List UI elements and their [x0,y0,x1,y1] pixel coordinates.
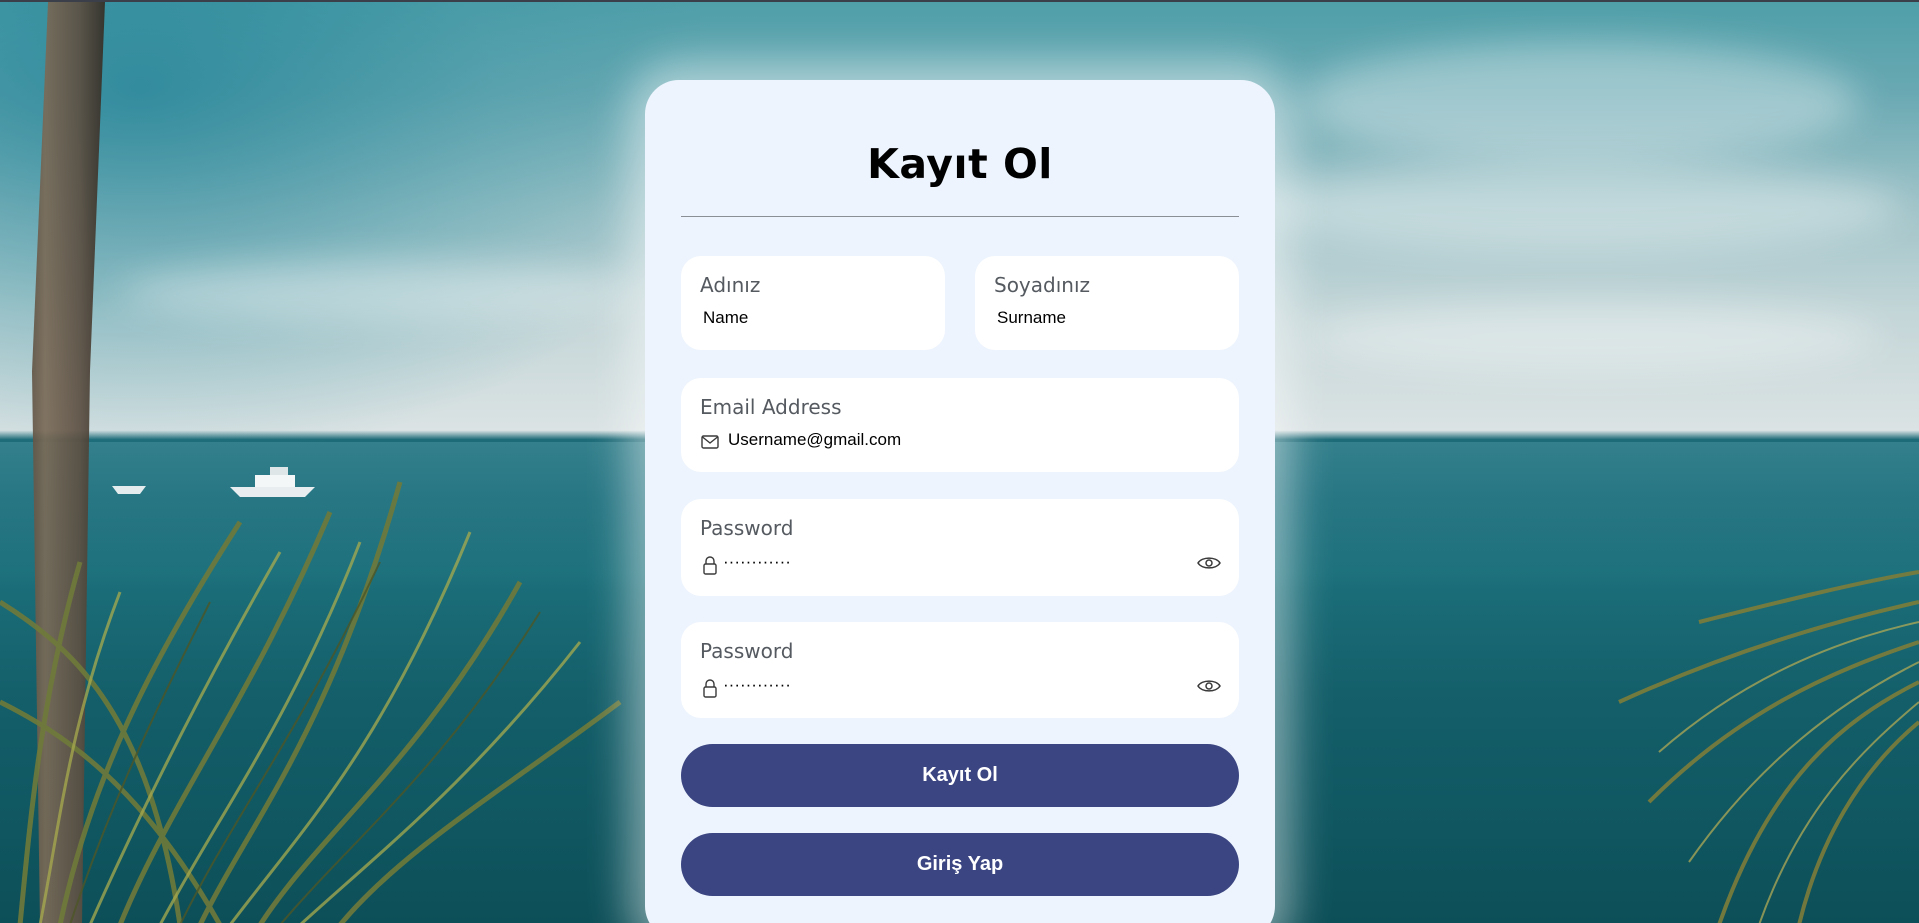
password-confirm-label: Password [700,639,794,663]
password-input[interactable]: ············ [723,552,791,572]
first-name-label: Adınız [700,273,761,297]
password-confirm-input[interactable]: ············ [723,675,791,695]
first-name-field[interactable]: Adınız Name [681,256,945,350]
eye-icon[interactable] [1197,678,1221,694]
register-card: Kayıt Ol Adınız Name Soyadınız Surname E… [645,80,1275,923]
cloud [1300,302,1880,372]
email-field[interactable]: Email Address Username@gmail.com [681,378,1239,472]
eye-icon[interactable] [1197,555,1221,571]
palm-fronds-left [0,481,622,923]
lock-icon [700,678,720,698]
password-confirm-field[interactable]: Password ············ [681,622,1239,718]
last-name-label: Soyadınız [994,273,1091,297]
page-title: Kayıt Ol [867,140,1053,188]
password-label: Password [700,516,794,540]
lock-icon [700,555,720,575]
email-label: Email Address [700,395,842,419]
cloud [120,262,640,322]
page: Kayıt Ol Adınız Name Soyadınız Surname E… [0,0,1919,923]
title-divider [681,216,1239,217]
cloud [1300,42,1860,162]
cloud [1250,162,1900,252]
palm-fronds-right [1618,570,1919,923]
email-input[interactable]: Username@gmail.com [728,430,901,450]
envelope-icon [700,432,720,452]
sky-gradient [0,2,700,442]
register-button[interactable]: Kayıt Ol [681,744,1239,807]
last-name-input[interactable]: Surname [997,308,1066,328]
first-name-input[interactable]: Name [703,308,748,328]
last-name-field[interactable]: Soyadınız Surname [975,256,1239,350]
password-field[interactable]: Password ············ [681,499,1239,596]
login-button[interactable]: Giriş Yap [681,833,1239,896]
